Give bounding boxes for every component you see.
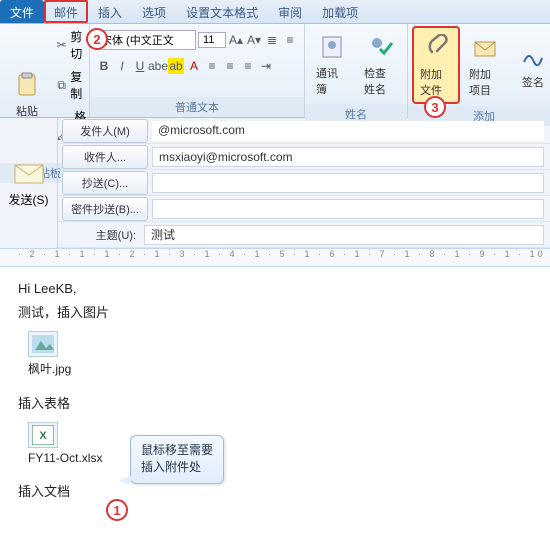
address-book-icon — [316, 31, 348, 63]
font-color-button[interactable]: A — [186, 58, 202, 74]
signature-button[interactable]: 签名 — [510, 35, 550, 95]
align-right-button[interactable]: ≡ — [240, 58, 256, 74]
group-clipboard: 粘贴 ✂剪切 ⧉复制 🖌格式刷 剪贴板 — [0, 24, 90, 117]
annotation-2: 2 — [86, 28, 108, 50]
ribbon: 粘贴 ✂剪切 ⧉复制 🖌格式刷 剪贴板 宋体 (中文正文 11 A▴ A▾ ≣ … — [0, 24, 550, 118]
tooltip-callout: 鼠标移至需要 插入附件处 — [130, 435, 224, 484]
ruler: · 2 · 1 · 1 · 1 · 2 · 1 · 3 · 1 · 4 · 1 … — [0, 249, 550, 267]
tab-mail[interactable]: 邮件 — [44, 0, 88, 23]
to-input[interactable] — [152, 147, 544, 167]
bcc-button[interactable]: 密件抄送(B)... — [62, 197, 148, 221]
attach-file-button[interactable]: 附加文件 — [412, 26, 460, 104]
check-names-button[interactable]: 检查姓名 — [357, 26, 403, 102]
excel-filename: FY11-Oct.xlsx — [28, 451, 102, 465]
italic-button[interactable]: I — [114, 58, 130, 74]
to-button[interactable]: 收件人... — [62, 145, 148, 169]
tab-options[interactable]: 选项 — [132, 0, 176, 23]
group-text: 宋体 (中文正文 11 A▴ A▾ ≣ ≡ B I U abe ab A ≡ ≡… — [90, 24, 305, 117]
cc-input[interactable] — [152, 173, 544, 193]
attach-item-button[interactable]: 附加项目 — [462, 27, 508, 103]
bold-button[interactable]: B — [96, 58, 112, 74]
font-name-select[interactable]: 宋体 (中文正文 — [96, 30, 196, 50]
font-size-select[interactable]: 11 — [198, 32, 226, 48]
excel-icon: X — [28, 422, 58, 448]
from-value: @microsoft.com — [152, 121, 544, 141]
tab-addons[interactable]: 加载项 — [312, 0, 368, 23]
tab-file[interactable]: 文件 — [0, 0, 44, 23]
align-center-button[interactable]: ≡ — [222, 58, 238, 74]
paste-icon — [11, 69, 43, 101]
send-button[interactable]: 发送(S) — [0, 118, 58, 248]
message-header: 发送(S) 发件人(M) @microsoft.com 收件人... 抄送(C)… — [0, 118, 550, 249]
indent-button[interactable]: ⇥ — [258, 58, 274, 74]
group-text-title: 普通文本 — [90, 97, 304, 117]
attach-item-icon — [469, 32, 501, 64]
align-left-button[interactable]: ≡ — [204, 58, 220, 74]
cut-icon: ✂ — [56, 37, 67, 53]
tab-format[interactable]: 设置文本格式 — [176, 0, 268, 23]
annotation-3: 3 — [424, 96, 446, 118]
tab-insert[interactable]: 插入 — [88, 0, 132, 23]
grow-font-icon[interactable]: A▴ — [228, 32, 244, 48]
shrink-font-icon[interactable]: A▾ — [246, 32, 262, 48]
image-thumb-icon — [28, 331, 58, 357]
subject-label: 主题(U): — [58, 224, 144, 246]
paste-label: 粘贴 — [16, 103, 38, 119]
tab-review[interactable]: 审阅 — [268, 0, 312, 23]
from-button[interactable]: 发件人(M) — [62, 119, 148, 143]
subject-input[interactable] — [144, 225, 544, 245]
cc-button[interactable]: 抄送(C)... — [62, 171, 148, 195]
body-line-4: 插入文档 — [18, 481, 532, 500]
signature-icon — [517, 40, 549, 72]
svg-text:X: X — [39, 430, 47, 442]
highlight-button[interactable]: ab — [168, 58, 184, 74]
message-body[interactable]: Hi LeeKB, 测试，插入图片 枫叶.jpg 插入表格 X FY11-Oct… — [0, 267, 550, 539]
image-filename: 枫叶.jpg — [28, 360, 71, 377]
bcc-input[interactable] — [152, 199, 544, 219]
paste-button[interactable]: 粘贴 — [4, 64, 50, 124]
copy-button[interactable]: ⧉复制 — [52, 66, 91, 104]
underline-button[interactable]: U — [132, 58, 148, 74]
body-line-3: 插入表格 — [18, 393, 532, 412]
image-attachment[interactable]: 枫叶.jpg — [28, 331, 71, 377]
send-label: 发送(S) — [9, 191, 49, 208]
body-line-1: Hi LeeKB, — [18, 281, 532, 296]
group-names: 通讯簿 检查姓名 姓名 — [305, 24, 408, 117]
cut-button[interactable]: ✂剪切 — [52, 26, 91, 64]
copy-icon: ⧉ — [56, 77, 67, 93]
body-line-2: 测试，插入图片 — [18, 302, 532, 321]
annotation-1: 1 — [106, 499, 128, 521]
send-icon — [13, 159, 45, 187]
numbering-icon[interactable]: ≡ — [282, 32, 298, 48]
contacts-button[interactable]: 通讯簿 — [309, 26, 355, 102]
bullets-icon[interactable]: ≣ — [264, 32, 280, 48]
excel-attachment[interactable]: X FY11-Oct.xlsx — [28, 422, 102, 465]
paperclip-icon — [420, 32, 452, 64]
check-names-icon — [364, 31, 396, 63]
strike-button[interactable]: abe — [150, 58, 166, 74]
ribbon-tabs: 文件 邮件 插入 选项 设置文本格式 审阅 加载项 — [0, 0, 550, 24]
